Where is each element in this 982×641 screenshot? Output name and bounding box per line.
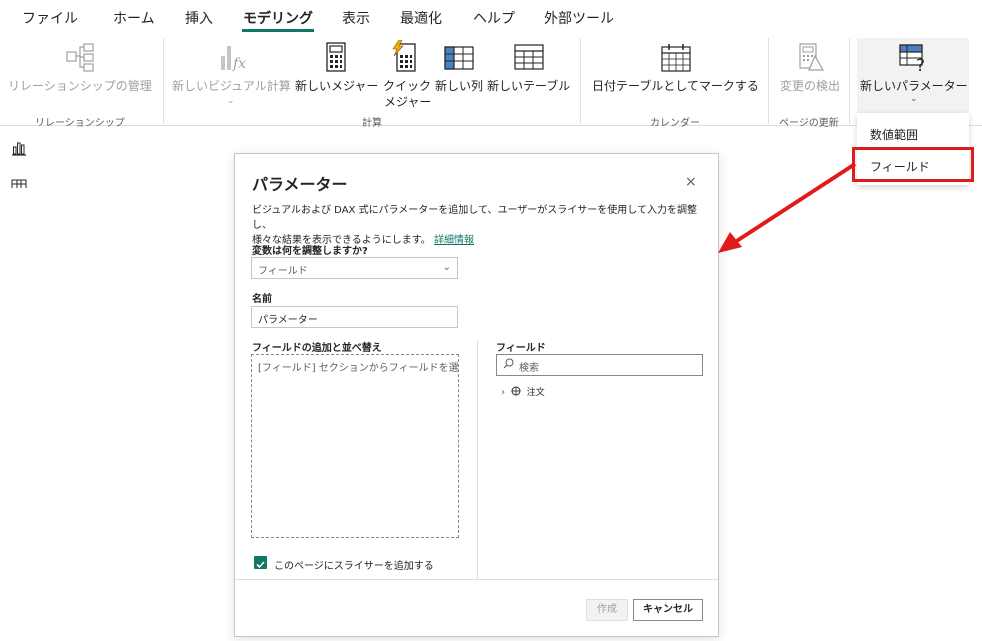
name-input[interactable]: パラメーター — [251, 306, 458, 328]
group-separator — [768, 38, 769, 124]
menu-home[interactable]: ホーム — [113, 8, 155, 28]
fields-pane-label: フィールド — [496, 343, 546, 354]
quick-measure-button-line2[interactable]: メジャー — [384, 94, 431, 110]
what-adjust-label: 変数は何を調整しますか? — [252, 246, 368, 257]
tree-item-label: 注文 — [526, 388, 545, 398]
manage-relationships-icon — [65, 42, 97, 76]
menu-external-tools[interactable]: 外部ツール — [544, 8, 614, 28]
quick-measure-button-line1[interactable]: クイック — [383, 78, 431, 94]
manage-relationships-button[interactable]: リレーションシップの管理 — [8, 78, 152, 94]
search-input[interactable]: 検索 — [496, 354, 703, 376]
menu-optimize[interactable]: 最適化 — [400, 8, 442, 28]
new-column-button[interactable]: 新しい列 — [435, 78, 483, 94]
chevron-down-icon: ⌄ — [442, 262, 451, 273]
checkmark-icon — [256, 561, 265, 569]
new-parameter-button[interactable]: 新しいパラメーター — [860, 78, 968, 94]
menu-view[interactable]: 表示 — [342, 8, 370, 28]
parameter-dialog: パラメーター × ビジュアルおよび DAX 式にパラメーターを追加して、ユーザー… — [234, 153, 719, 637]
table-icon[interactable] — [11, 178, 27, 188]
what-adjust-value: フィールド — [258, 266, 308, 277]
menu-modeling[interactable]: モデリング — [243, 8, 313, 28]
group-label-page-refresh: ページの更新 — [779, 118, 839, 129]
visual-calc-icon: fx — [217, 42, 247, 76]
group-label-calc: 計算 — [362, 118, 382, 129]
dropdown-item-numeric-range[interactable]: 数値範囲 — [870, 126, 918, 143]
group-label-calendar: カレンダー — [650, 118, 700, 129]
detect-changes-icon — [797, 42, 825, 76]
menu-file[interactable]: ファイル — [22, 8, 78, 28]
chevron-down-icon: ⌄ — [227, 96, 235, 106]
svg-text:?: ? — [916, 56, 925, 72]
slicer-checkbox[interactable] — [254, 556, 267, 569]
calendar-icon — [661, 44, 691, 76]
what-adjust-select[interactable]: フィールド ⌄ — [251, 257, 458, 279]
new-column-icon — [444, 46, 474, 74]
mark-as-date-table-button[interactable]: 日付テーブルとしてマークする — [592, 78, 759, 94]
quick-measure-icon — [391, 39, 419, 76]
description-line1: ビジュアルおよび DAX 式にパラメーターを追加して、ユーザーがスライサーを使用… — [252, 205, 697, 231]
new-visual-calc-button[interactable]: 新しいビジュアル計算 — [172, 78, 291, 94]
learn-more-link[interactable]: 詳細情報 — [434, 235, 474, 246]
highlight-box — [852, 147, 974, 182]
detect-changes-button[interactable]: 変更の検出 — [780, 78, 840, 94]
drop-zone-hint: [フィールド] セクションからフィールドを選択 — [258, 363, 459, 374]
search-placeholder: 検索 — [519, 363, 539, 374]
group-separator — [580, 38, 581, 124]
group-separator — [163, 38, 164, 124]
annotation-arrow — [718, 162, 857, 253]
cancel-button[interactable]: キャンセル — [633, 599, 703, 621]
menu-insert[interactable]: 挿入 — [185, 8, 213, 28]
menu-help[interactable]: ヘルプ — [473, 8, 515, 28]
close-icon[interactable]: × — [685, 174, 697, 190]
menu-bar: ファイル ホーム 挿入 モデリング 表示 最適化 ヘルプ 外部ツール — [0, 0, 982, 34]
dialog-footer-divider — [235, 579, 718, 580]
bar-chart-icon[interactable] — [11, 141, 27, 156]
add-fields-label: フィールドの追加と並べ替え — [252, 343, 382, 354]
group-label-relationships: リレーションシップ — [35, 118, 125, 129]
chevron-down-icon: ⌄ — [910, 94, 918, 104]
calculator-icon — [325, 42, 347, 76]
dialog-title: パラメーター — [252, 175, 348, 194]
slicer-checkbox-label: このページにスライサーを追加する — [274, 561, 434, 572]
svg-text:fx: fx — [232, 56, 246, 72]
ribbon: リレーションシップの管理 リレーションシップ fx 新しいビジュアル計算 ⌄ 新… — [0, 34, 982, 129]
new-measure-button[interactable]: 新しいメジャー — [295, 78, 378, 94]
tree-item-orders[interactable]: › 注文 — [501, 385, 545, 399]
name-label: 名前 — [252, 294, 272, 305]
search-icon — [503, 358, 514, 372]
fields-drop-zone[interactable]: [フィールド] セクションからフィールドを選択 — [251, 354, 459, 538]
group-separator — [849, 38, 850, 124]
new-table-button[interactable]: 新しいテーブル — [487, 78, 570, 94]
chevron-right-icon: › — [501, 387, 505, 398]
table-icon — [511, 386, 521, 399]
name-input-value: パラメーター — [258, 315, 318, 326]
parameter-icon: ? — [899, 42, 931, 76]
dialog-column-divider — [477, 340, 478, 580]
create-button[interactable]: 作成 — [586, 599, 628, 621]
new-table-icon — [514, 44, 544, 74]
active-tab-underline — [242, 29, 314, 32]
